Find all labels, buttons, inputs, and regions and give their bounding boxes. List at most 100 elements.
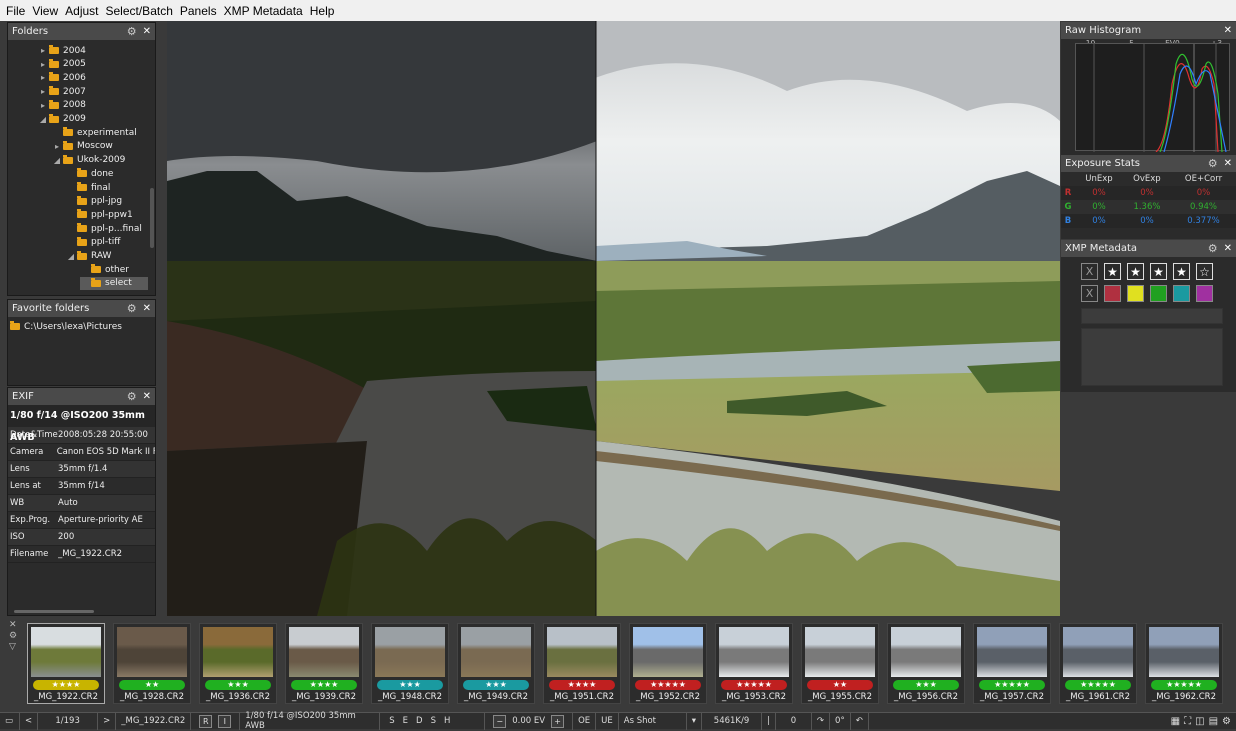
filmstrip-thumbnail[interactable]: ★★★ _MG_1948.CR2 — [371, 623, 449, 704]
menu-select-batch[interactable]: Select/Batch — [106, 4, 173, 18]
expand-arrow-icon[interactable]: ◢ — [52, 156, 62, 165]
filmstrip-thumbnail[interactable]: ★★★★★ _MG_1962.CR2 — [1145, 623, 1223, 704]
filmstrip-thumbnail[interactable]: ★★★ _MG_1949.CR2 — [457, 623, 535, 704]
folder-tree-item[interactable]: experimental — [52, 126, 137, 139]
gear-icon[interactable]: ⚙ — [1208, 157, 1218, 170]
grid-view-icon[interactable]: ▦ — [1171, 716, 1180, 727]
expand-arrow-icon[interactable]: ▸ — [38, 87, 48, 96]
filmstrip-thumbnail[interactable]: ★★★★★ _MG_1953.CR2 — [715, 623, 793, 704]
folder-tree-item[interactable]: done — [66, 167, 113, 180]
filmstrip-thumbnail[interactable]: ★★ _MG_1955.CR2 — [801, 623, 879, 704]
exif-scrollbar[interactable] — [14, 610, 94, 613]
folder-tree-item[interactable]: final — [66, 181, 110, 194]
expand-arrow-icon[interactable]: ◢ — [66, 252, 76, 261]
folder-tree-item[interactable]: ▸ 2006 — [38, 71, 86, 84]
expand-arrow-icon[interactable]: ▸ — [38, 73, 48, 82]
filmstrip-thumbnail[interactable]: ★★★★★ _MG_1961.CR2 — [1059, 623, 1137, 704]
color-label-red[interactable] — [1104, 285, 1121, 302]
ev-decrease-button[interactable]: − — [493, 714, 507, 728]
clear-color-label-button[interactable]: X — [1081, 285, 1098, 302]
h-toggle[interactable]: H — [444, 716, 450, 726]
expand-arrow-icon[interactable]: ▸ — [38, 60, 48, 69]
menu-adjust[interactable]: Adjust — [65, 4, 98, 18]
folder-tree-item[interactable]: ppl-ppw1 — [66, 208, 133, 221]
rotate-icon[interactable]: ↷ — [812, 712, 831, 730]
ue-toggle[interactable]: UE — [596, 712, 619, 730]
folder-toggle-icon[interactable]: ▭ — [0, 712, 20, 730]
menu-help[interactable]: Help — [310, 4, 335, 18]
folder-tree-item[interactable]: ▸ 2004 — [38, 44, 86, 57]
filmstrip-thumbnail[interactable]: ★★★ _MG_1936.CR2 — [199, 623, 277, 704]
r-button[interactable]: R — [199, 714, 213, 728]
menu-xmp-metadata[interactable]: XMP Metadata — [224, 4, 303, 18]
rating-star-5[interactable]: ☆ — [1196, 263, 1213, 280]
film-view-icon[interactable]: ▤ — [1209, 716, 1218, 727]
filmstrip-thumbnail[interactable]: ★★★★ _MG_1922.CR2 — [27, 623, 105, 704]
filmstrip-thumbnail[interactable]: ★★★★★ _MG_1952.CR2 — [629, 623, 707, 704]
folder-tree-item[interactable]: ▸ 2008 — [38, 99, 86, 112]
ev-increase-button[interactable]: + — [551, 714, 565, 728]
close-icon[interactable]: ✕ — [1224, 25, 1232, 36]
color-label-yellow[interactable] — [1127, 285, 1144, 302]
menu-view[interactable]: View — [32, 4, 58, 18]
clear-rating-button[interactable]: X — [1081, 263, 1098, 280]
filmstrip-thumbnail[interactable]: ★★★★ _MG_1951.CR2 — [543, 623, 621, 704]
close-icon[interactable]: ✕ — [143, 303, 151, 314]
filmstrip-thumbnail[interactable]: ★★★ _MG_1956.CR2 — [887, 623, 965, 704]
expand-arrow-icon[interactable]: ▸ — [52, 142, 62, 151]
white-balance-select[interactable]: As Shot — [619, 712, 687, 730]
close-icon[interactable]: ✕ — [143, 26, 151, 37]
folder-tree-item[interactable]: ◢ RAW — [66, 250, 111, 263]
next-image-button[interactable]: > — [98, 712, 117, 730]
xmp-field-1[interactable] — [1081, 308, 1223, 324]
folder-tree-item[interactable]: ▸ 2007 — [38, 85, 86, 98]
menu-file[interactable]: File — [6, 4, 25, 18]
gear-icon[interactable]: ⚙ — [9, 631, 21, 642]
folder-tree-item[interactable]: ▸ 2005 — [38, 58, 86, 71]
folder-tree-item[interactable]: select — [80, 276, 148, 290]
rating-star-2[interactable]: ★ — [1127, 263, 1144, 280]
filmstrip-thumbnail[interactable]: ★★ _MG_1928.CR2 — [113, 623, 191, 704]
gear-icon[interactable]: ⚙ — [1208, 242, 1218, 255]
close-icon[interactable]: ✕ — [1224, 158, 1232, 169]
s-toggle-2[interactable]: S — [431, 716, 436, 726]
oe-toggle[interactable]: OE — [573, 712, 597, 730]
settings-icon[interactable]: ⚙ — [1222, 716, 1231, 727]
folder-tree-item[interactable]: ◢ 2009 — [38, 113, 86, 126]
folder-tree-item[interactable]: ppl-jpg — [66, 195, 122, 208]
rating-star-4[interactable]: ★ — [1173, 263, 1190, 280]
color-label-teal[interactable] — [1173, 285, 1190, 302]
e-toggle[interactable]: E — [403, 716, 408, 726]
filmstrip-thumbnail[interactable]: ★★★★★ _MG_1957.CR2 — [973, 623, 1051, 704]
fullscreen-icon[interactable]: ⛶ — [1184, 716, 1191, 727]
menu-panels[interactable]: Panels — [180, 4, 217, 18]
gear-icon[interactable]: ⚙ — [127, 390, 137, 403]
favorite-folder-item[interactable]: C:\Users\lexa\Pictures — [10, 320, 122, 333]
split-view-icon[interactable]: ◫ — [1195, 716, 1204, 727]
close-icon[interactable]: ✕ — [9, 620, 21, 631]
expand-arrow-icon[interactable]: ▸ — [38, 101, 48, 110]
close-icon[interactable]: ✕ — [1224, 243, 1232, 254]
folder-tree-item[interactable]: ppl-tiff — [66, 236, 120, 249]
undo-rotate-icon[interactable]: ↶ — [851, 712, 869, 730]
color-label-green[interactable] — [1150, 285, 1167, 302]
d-toggle[interactable]: D — [416, 716, 423, 726]
expand-arrow-icon[interactable]: ▸ — [38, 46, 48, 55]
color-label-purple[interactable] — [1196, 285, 1213, 302]
expand-arrow-icon[interactable]: ◢ — [38, 115, 48, 124]
rating-star-1[interactable]: ★ — [1104, 263, 1121, 280]
folder-tree-item[interactable]: ppl-p...final — [66, 222, 142, 235]
folder-tree-scrollbar[interactable] — [150, 188, 154, 248]
rating-star-3[interactable]: ★ — [1150, 263, 1167, 280]
folder-tree-item[interactable]: other — [80, 263, 129, 276]
gear-icon[interactable]: ⚙ — [127, 302, 137, 315]
xmp-field-2[interactable] — [1081, 328, 1223, 386]
folder-tree-item[interactable]: ▸ Moscow — [52, 140, 113, 153]
i-button[interactable]: I — [218, 714, 232, 728]
prev-image-button[interactable]: < — [20, 712, 39, 730]
wb-dropdown-icon[interactable]: ▾ — [687, 712, 703, 730]
filmstrip-thumbnail[interactable]: ★★★★ _MG_1939.CR2 — [285, 623, 363, 704]
close-icon[interactable]: ✕ — [143, 391, 151, 402]
s-toggle[interactable]: S — [389, 716, 394, 726]
folder-tree-item[interactable]: ◢ Ukok-2009 — [52, 154, 125, 167]
